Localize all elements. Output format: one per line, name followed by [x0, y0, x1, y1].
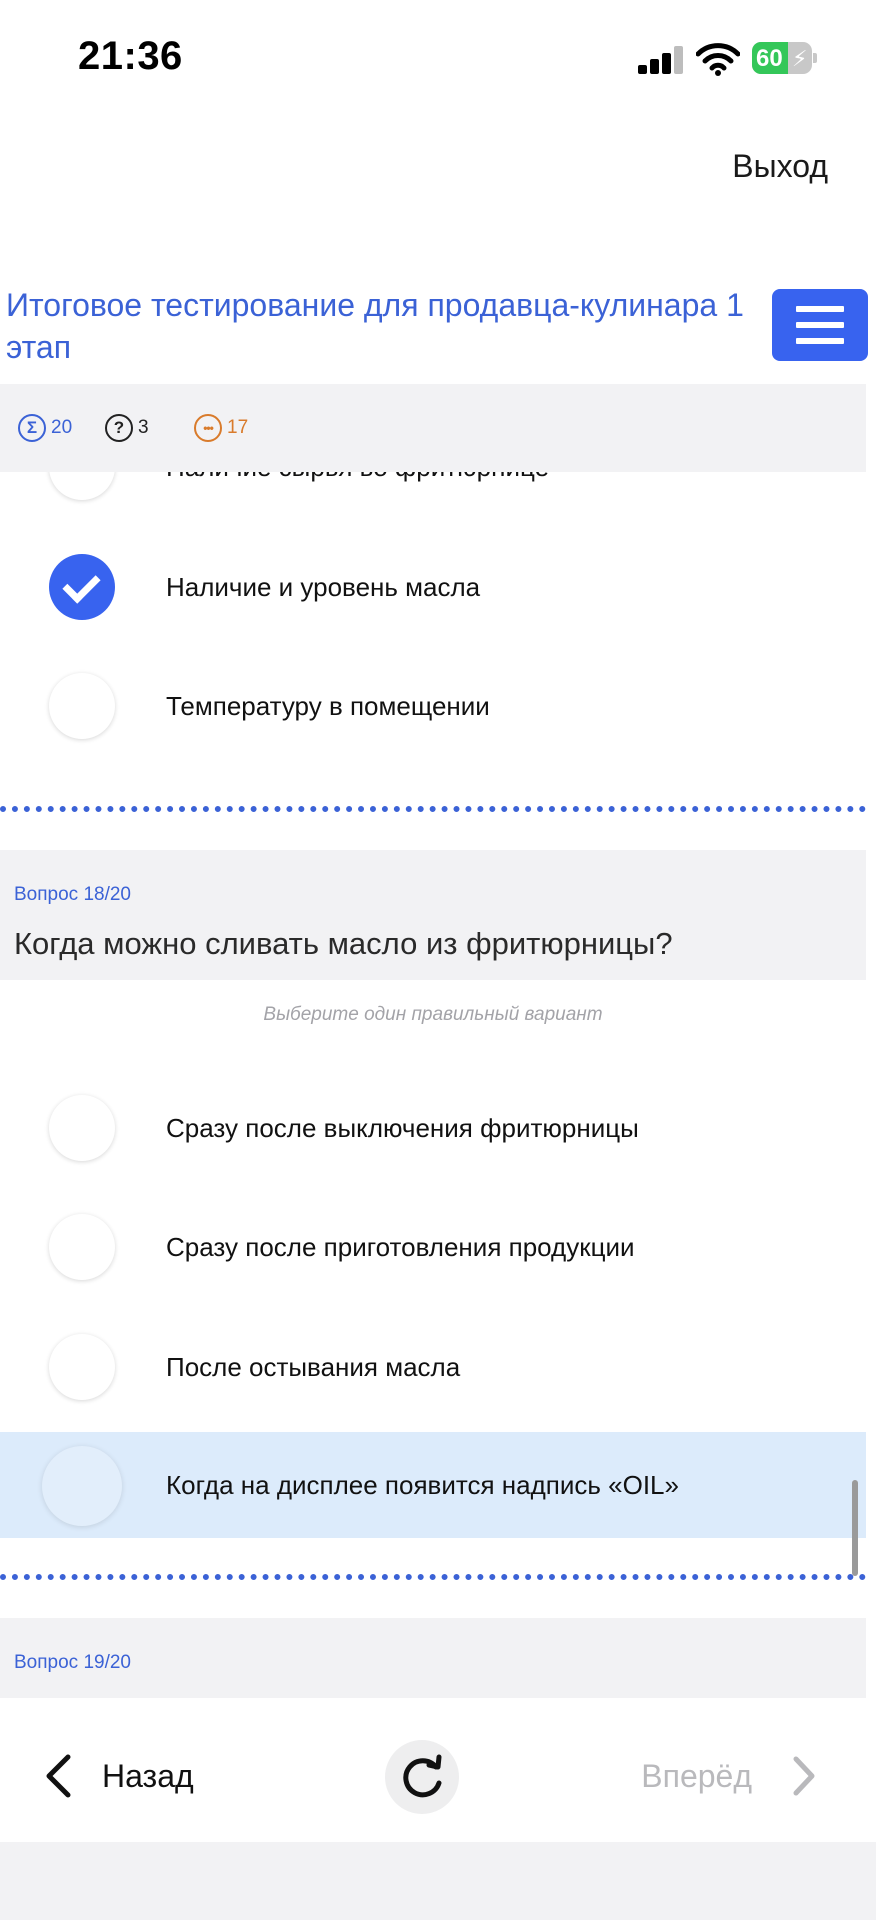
more-dots-icon: ••• [194, 414, 222, 442]
answer-option[interactable]: Наличие и уровень масла [0, 534, 866, 640]
question-header: Вопрос 19/20 [0, 1618, 866, 1698]
question-header: Вопрос 18/20 Когда можно сливать масло и… [0, 850, 866, 980]
bottom-safe-area [0, 1842, 876, 1920]
status-bar: 21:36 60 ⚡ [0, 0, 876, 118]
forward-button[interactable]: Вперёд [641, 1740, 816, 1812]
back-button[interactable]: Назад [44, 1740, 194, 1812]
chevron-right-icon [793, 1756, 815, 1796]
test-title: Итоговое тестирование для продавца-кулин… [6, 287, 744, 365]
radio-button[interactable] [49, 1095, 115, 1161]
question-hint: Выберите один правильный вариант [263, 1004, 603, 1025]
answer-option[interactable]: Температуру в помещении [0, 653, 866, 759]
battery-charging-icon: 60 ⚡ [752, 42, 817, 74]
answer-option[interactable]: Наличие сырья во фритюрнице [0, 472, 866, 520]
answer-option-label: Сразу после приготовления продукции [166, 1231, 635, 1262]
battery-percent: 60 [756, 45, 783, 72]
radio-button[interactable] [49, 472, 115, 500]
chevron-left-icon [46, 1754, 71, 1798]
answer-option-highlighted[interactable]: Когда на дисплее появится надпись «OIL» [0, 1432, 866, 1538]
stat-total-value: 20 [51, 417, 73, 438]
stat-remaining-value: 17 [227, 417, 249, 438]
radio-button[interactable] [42, 1446, 122, 1526]
answer-option[interactable]: Сразу после приготовления продукции [0, 1194, 866, 1300]
exit-button[interactable]: Выход [732, 148, 828, 185]
reload-icon [403, 1754, 442, 1798]
stat-total: Σ 20 [18, 414, 72, 442]
questions-list[interactable]: Наличие сырья во фритюрнице Наличие и ур… [0, 472, 866, 1698]
radio-button[interactable] [49, 1214, 115, 1280]
answer-option-label: Сразу после выключения фритюрницы [166, 1112, 639, 1143]
stat-unanswered-value: 3 [138, 417, 149, 438]
signal-icon [638, 46, 684, 74]
answer-option[interactable]: После остывания масла [0, 1314, 866, 1420]
forward-button-label: Вперёд [641, 1757, 752, 1794]
answer-option-label: Температуру в помещении [166, 690, 490, 721]
answer-option-label: После остывания масла [166, 1351, 461, 1382]
reload-button[interactable] [385, 1740, 459, 1814]
question-icon: ? [105, 414, 133, 442]
bottom-navigation: Назад Вперёд [0, 1698, 876, 1842]
radio-button[interactable] [49, 1334, 115, 1400]
stats-bar: Σ 20 ? 3 ••• 17 [0, 384, 866, 472]
answer-option-label: Наличие и уровень масла [166, 571, 481, 602]
answer-option-label: Когда на дисплее появится надпись «OIL» [166, 1469, 679, 1500]
question-number: Вопрос 19/20 [14, 1652, 131, 1673]
radio-button[interactable] [49, 673, 115, 739]
answer-option-label: Наличие сырья во фритюрнице [166, 472, 549, 520]
scrollbar[interactable] [852, 1480, 858, 1576]
question-text: Когда можно сливать масло из фритюрницы? [14, 926, 673, 961]
back-button-label: Назад [102, 1757, 194, 1794]
question-divider [0, 806, 866, 812]
sigma-icon: Σ [18, 414, 46, 442]
question-number: Вопрос 18/20 [14, 884, 131, 905]
wifi-icon [696, 43, 740, 76]
question-divider [0, 1574, 866, 1580]
status-time: 21:36 [78, 34, 183, 78]
hamburger-menu-icon[interactable] [772, 289, 868, 361]
stat-remaining: ••• 17 [194, 414, 248, 442]
radio-button-checked[interactable] [49, 554, 115, 620]
stat-unanswered: ? 3 [105, 414, 149, 442]
answer-option[interactable]: Сразу после выключения фритюрницы [0, 1075, 866, 1181]
